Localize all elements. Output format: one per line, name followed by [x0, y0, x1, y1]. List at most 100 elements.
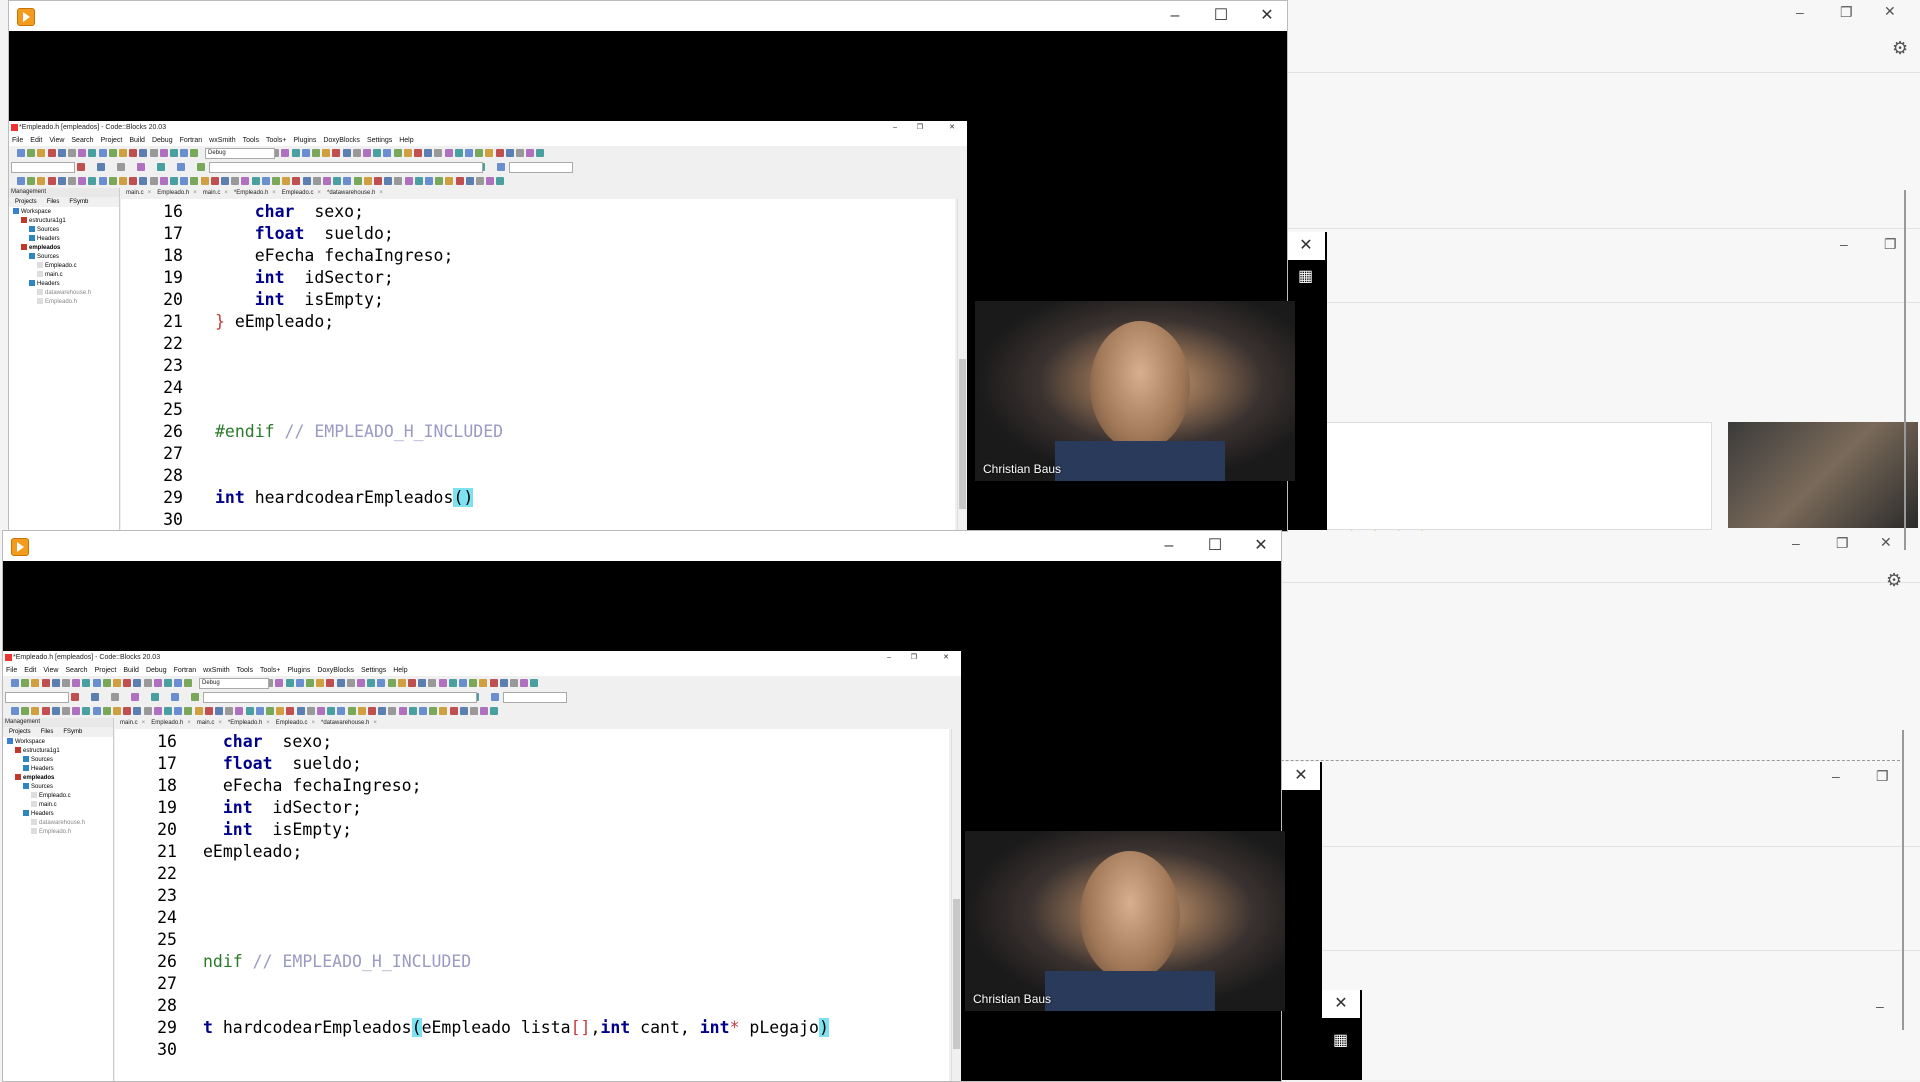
toolbar-button-icon[interactable] [428, 679, 437, 687]
file-tab[interactable]: main.c × [120, 720, 145, 726]
menu-file[interactable]: File [6, 667, 17, 674]
toolbar-button-icon[interactable] [159, 177, 168, 185]
tab-files[interactable]: Files [41, 729, 54, 735]
toolbar-button-icon[interactable] [108, 177, 117, 185]
toolbar-button-icon[interactable] [123, 679, 132, 687]
toolbar-button-icon[interactable] [191, 693, 199, 701]
toolbar-button-icon[interactable] [397, 679, 406, 687]
toolbar-button-icon[interactable] [92, 707, 101, 715]
toolbar-button-icon[interactable] [497, 163, 505, 171]
toolbar-button-icon[interactable] [459, 679, 467, 687]
toolbar-button-icon[interactable] [102, 707, 111, 715]
toolbar-button-icon[interactable] [465, 149, 473, 157]
menu-file[interactable]: File [12, 137, 23, 144]
build-target-select[interactable]: Debug [199, 678, 269, 689]
menu-build[interactable]: Build [129, 137, 145, 144]
menu-wxsmith[interactable]: wxSmith [209, 137, 235, 144]
toolbar-button-icon[interactable] [454, 149, 463, 157]
toolbar-button-icon[interactable] [536, 149, 545, 157]
toolbar-button-icon[interactable] [337, 707, 346, 715]
toolbar-button-icon[interactable] [408, 679, 416, 687]
toolbar-button-icon[interactable] [317, 707, 325, 715]
toolbar-button-icon[interactable] [241, 177, 250, 185]
toolbar-button-icon[interactable] [62, 707, 70, 715]
toolbar-button-icon[interactable] [57, 149, 66, 157]
minimize-icon[interactable]: – [1840, 236, 1848, 252]
toolbar-button-icon[interactable] [159, 149, 168, 157]
toolbar-button-icon[interactable] [346, 679, 355, 687]
tree-item[interactable]: Headers [3, 765, 113, 774]
toolbar-button-icon[interactable] [133, 707, 142, 715]
toolbar-button-icon[interactable] [419, 707, 427, 715]
close-icon[interactable]: × [317, 190, 321, 196]
close-icon[interactable]: × [193, 190, 197, 196]
close-icon[interactable]: ✕ [949, 121, 955, 135]
toolbar-button-icon[interactable] [82, 707, 91, 715]
toolbar-button-icon[interactable] [480, 707, 489, 715]
toolbar-button-icon[interactable] [251, 177, 260, 185]
toolbar-button-icon[interactable] [98, 149, 107, 157]
toolbar-button-icon[interactable] [373, 149, 382, 157]
menu-tools[interactable]: Tools [243, 137, 259, 144]
toolbar-button-icon[interactable] [123, 707, 132, 715]
close-button[interactable]: ✕ [1282, 762, 1320, 790]
toolbar-button-icon[interactable] [170, 149, 178, 157]
toolbar-button-icon[interactable] [459, 707, 468, 715]
tree-item[interactable]: Empleado.c [3, 792, 113, 801]
toolbar-button-icon[interactable] [174, 679, 183, 687]
toolbar-button-icon[interactable] [357, 707, 366, 715]
tree-item[interactable]: empleados [9, 244, 119, 253]
toolbar-button-icon[interactable] [143, 679, 152, 687]
toolbar-button-icon[interactable] [149, 149, 158, 157]
toolbar-button-icon[interactable] [479, 679, 488, 687]
toolbar-button-icon[interactable] [316, 679, 325, 687]
maximize-button[interactable]: ☐ [1195, 535, 1235, 557]
grid-arrow-icon[interactable]: ▦ [1298, 266, 1313, 286]
toolbar-button-icon[interactable] [51, 679, 60, 687]
toolbar-button-icon[interactable] [97, 163, 105, 171]
toolbar-button-icon[interactable] [129, 177, 138, 185]
toolbar-button-icon[interactable] [78, 149, 87, 157]
menu-search[interactable]: Search [65, 667, 87, 674]
menu-tools[interactable]: Tools [237, 667, 253, 674]
toolbar-button-icon[interactable] [153, 679, 162, 687]
minimize-icon[interactable]: – [1796, 4, 1804, 20]
menu-doxyblocks[interactable]: DoxyBlocks [317, 667, 354, 674]
toolbar-button-icon[interactable] [384, 177, 393, 185]
toolbar-button-icon[interactable] [434, 149, 443, 157]
menu-help[interactable]: Help [399, 137, 413, 144]
toolbar-button-icon[interactable] [78, 177, 87, 185]
restore-icon[interactable]: ❐ [917, 121, 923, 135]
toolbar-button-icon[interactable] [37, 177, 46, 185]
tree-item[interactable]: datawarehouse.h [9, 289, 119, 298]
toolbar-button-icon[interactable] [291, 149, 300, 157]
toolbar-button-icon[interactable] [470, 707, 478, 715]
vertical-scrollbar[interactable] [951, 729, 961, 1081]
file-tab[interactable]: main.c × [203, 190, 228, 196]
toolbar-button-icon[interactable] [57, 177, 66, 185]
toolbar-button-icon[interactable] [41, 707, 50, 715]
toolbar-button-icon[interactable] [332, 149, 341, 157]
toolbar-button-icon[interactable] [520, 679, 529, 687]
toolbar-button-icon[interactable] [374, 177, 382, 185]
tree-item[interactable]: Headers [9, 235, 119, 244]
toolbar-button-icon[interactable] [306, 679, 314, 687]
minimize-button[interactable]: – [1155, 5, 1195, 27]
toolbar-button-icon[interactable] [505, 149, 514, 157]
toolbar-button-icon[interactable] [174, 707, 183, 715]
menu-settings[interactable]: Settings [361, 667, 386, 674]
toolbar-button-icon[interactable] [295, 679, 304, 687]
toolbar-button-icon[interactable] [62, 679, 70, 687]
close-icon[interactable]: × [266, 720, 270, 726]
tree-item[interactable]: Sources [3, 783, 113, 792]
toolbar-button-icon[interactable] [438, 679, 447, 687]
toolbar-button-icon[interactable] [204, 707, 213, 715]
toolbar-button-icon[interactable] [119, 177, 127, 185]
toolbar-button-icon[interactable] [184, 707, 193, 715]
toolbar-button-icon[interactable] [353, 177, 362, 185]
tree-item[interactable]: Sources [9, 253, 119, 262]
toolbar-button-icon[interactable] [72, 707, 81, 715]
toolbar-button-icon[interactable] [31, 707, 40, 715]
menu-build[interactable]: Build [123, 667, 139, 674]
toolbar-button-icon[interactable] [429, 707, 438, 715]
